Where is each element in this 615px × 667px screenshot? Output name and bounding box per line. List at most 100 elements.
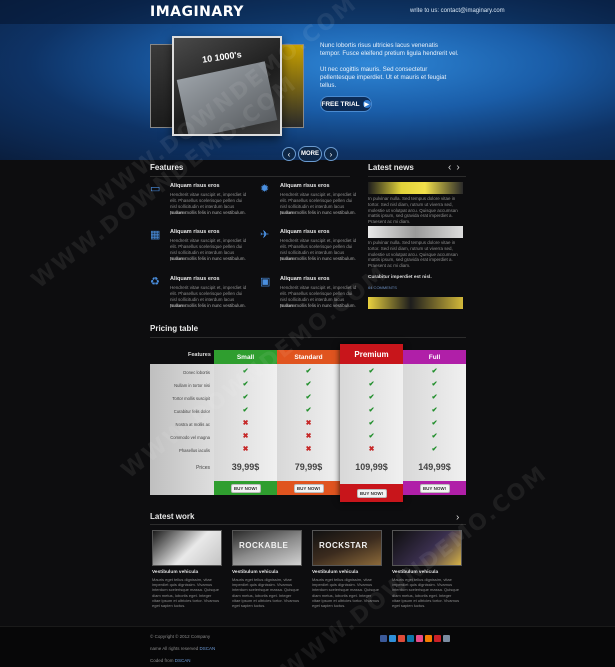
pricing-column-0: Small ✔ ✔ ✔ ✔ ✖ ✖ ✖ 39,99$ BUY NOW! xyxy=(214,350,277,495)
news-next-icon[interactable]: › xyxy=(456,162,459,173)
contact-email[interactable]: write to us: contact@imaginary.com xyxy=(410,8,505,14)
feature-link[interactable]: Nullam mollis felis in nunc vestibulum. xyxy=(170,303,246,308)
work-image-tag: ROCKSTAR xyxy=(319,541,368,550)
rights-text: name All rights reserved xyxy=(150,646,199,651)
monitor-icon: ▭ xyxy=(150,183,161,195)
news-comments[interactable]: 64 COMMENTS xyxy=(368,285,397,290)
feature-link[interactable]: Nullam mollis felis in nunc vestibulum. xyxy=(280,303,356,308)
plan-footer: BUY NOW! xyxy=(277,481,340,495)
work-item-title[interactable]: Vestibulum vehicula xyxy=(232,570,278,575)
work-item-title[interactable]: Vestibulum vehicula xyxy=(312,570,358,575)
check-icon: ✔ xyxy=(368,420,375,427)
slider-prev-button[interactable]: ‹ xyxy=(282,147,296,161)
feature-link[interactable]: Nullam mollis felis in nunc vestibulum. xyxy=(170,256,246,261)
credit-text: Coded from xyxy=(150,658,174,663)
plan-footer: BUY NOW! xyxy=(214,481,277,495)
slide-main-image[interactable]: 10 1000's xyxy=(172,36,282,136)
free-trial-button[interactable]: FREE TRIAL ▶ xyxy=(320,96,372,112)
cross-icon: ✖ xyxy=(368,446,375,453)
news-caption[interactable]: Curabitur imperdiet est nisl. xyxy=(368,275,432,280)
feature-link[interactable]: Nullam mollis felis in nunc vestibulum. xyxy=(170,210,246,215)
image-slider[interactable]: 10 1000's xyxy=(150,36,305,136)
news-nav: ‹ › xyxy=(448,162,460,173)
work-image[interactable] xyxy=(152,530,222,566)
cross-icon: ✖ xyxy=(305,433,312,440)
work-item-text: Mauris eget tellus dignissim, vitae impe… xyxy=(152,577,220,609)
work-item-text: Mauris eget tellus dignissim, vitae impe… xyxy=(232,577,300,609)
news-text: In pulvinar nulla. Sed tempus dolore vit… xyxy=(368,240,458,269)
top-bar xyxy=(0,0,615,24)
work-image[interactable]: ROCKABLE xyxy=(232,530,302,566)
news-image[interactable] xyxy=(368,297,463,309)
check-icon: ✔ xyxy=(431,407,438,414)
row-label: Curabitur felis dolor xyxy=(173,409,210,414)
buy-now-button[interactable]: BUY NOW! xyxy=(293,483,324,493)
feature-link[interactable]: Nullam mollis felis in nunc vestibulum. xyxy=(280,210,356,215)
news-prev-icon[interactable]: ‹ xyxy=(448,162,451,173)
check-icon: ✔ xyxy=(242,394,249,401)
buy-now-button[interactable]: BUY NOW! xyxy=(230,483,261,493)
slide-prev-thumb[interactable] xyxy=(150,44,174,128)
credit-link[interactable]: DSCAN xyxy=(175,658,191,663)
features-column-header: Features xyxy=(188,352,211,358)
features-title: Features xyxy=(150,163,184,172)
slide-book-image xyxy=(176,61,278,134)
gear-icon: ✹ xyxy=(260,183,270,195)
dribbble-icon[interactable] xyxy=(416,635,423,642)
feature-title: Aliquam risus eros xyxy=(170,276,220,282)
feature-title: Aliquam risus eros xyxy=(280,276,330,282)
plan-name: Small xyxy=(214,350,277,364)
feature-link[interactable]: Nullam mollis felis in nunc vestibulum. xyxy=(280,256,356,261)
check-icon: ✔ xyxy=(305,407,312,414)
row-label: Nullam in tortor nisi xyxy=(174,383,210,388)
work-item-title[interactable]: Vestibulum vehicula xyxy=(392,570,438,575)
news-title: Latest news xyxy=(368,163,414,172)
work-image[interactable] xyxy=(392,530,462,566)
buy-now-button[interactable]: BUY NOW! xyxy=(419,483,450,493)
email-icon[interactable] xyxy=(443,635,450,642)
plan-name: Full xyxy=(403,350,466,364)
prices-label: Prices xyxy=(196,465,210,471)
check-icon: ✔ xyxy=(431,433,438,440)
plan-name: Standard xyxy=(277,350,340,364)
work-image[interactable]: ROCKSTAR xyxy=(312,530,382,566)
check-icon: ✔ xyxy=(431,381,438,388)
rss-icon[interactable] xyxy=(425,635,432,642)
cross-icon: ✖ xyxy=(305,420,312,427)
work-title: Latest work xyxy=(150,512,195,521)
linkedin-icon[interactable] xyxy=(407,635,414,642)
buy-now-button[interactable]: BUY NOW! xyxy=(356,488,387,498)
google-plus-icon[interactable] xyxy=(398,635,405,642)
copyright-text: © Copyright © 2012 Company xyxy=(150,634,211,639)
slider-controls: ‹ MORE › xyxy=(282,146,338,162)
more-button[interactable]: MORE xyxy=(298,146,322,162)
slide-next-thumb[interactable] xyxy=(280,44,304,128)
check-icon: ✔ xyxy=(305,381,312,388)
pricing-title: Pricing table xyxy=(150,324,199,333)
free-trial-label: FREE TRIAL xyxy=(321,100,360,108)
slider-next-button[interactable]: › xyxy=(324,147,338,161)
check-icon: ✔ xyxy=(242,407,249,414)
work-next-icon[interactable]: › xyxy=(456,512,459,523)
plan-name: Premium xyxy=(340,344,403,364)
pricing-column-1: Standard ✔ ✔ ✔ ✔ ✖ ✖ ✖ 79,99$ BUY NOW! xyxy=(277,350,340,495)
twitter-icon[interactable] xyxy=(389,635,396,642)
check-icon: ✔ xyxy=(242,381,249,388)
work-item-text: Mauris eget tellus dignissim, vitae impe… xyxy=(312,577,380,609)
slide-title: 10 1000's xyxy=(201,49,243,65)
pinterest-icon[interactable] xyxy=(434,635,441,642)
row-label: Donec lobortis xyxy=(183,370,210,375)
site-logo[interactable]: IMAGINARY xyxy=(150,4,244,20)
plan-footer: BUY NOW! xyxy=(403,481,466,495)
features-column: Donec lobortis Nullam in tortor nisi Tor… xyxy=(150,364,214,495)
rights-link[interactable]: DSCAN xyxy=(200,646,216,651)
credit-line: Coded from DSCAN xyxy=(150,658,191,663)
check-icon: ✔ xyxy=(305,368,312,375)
work-item-title[interactable]: Vestibulum vehicula xyxy=(152,570,198,575)
pricing-table: Features Donec lobortis Nullam in tortor… xyxy=(150,340,466,502)
facebook-icon[interactable] xyxy=(380,635,387,642)
news-image[interactable] xyxy=(368,226,463,238)
pricing-column-2: Premium ✔ ✔ ✔ ✔ ✔ ✔ ✖ 109,99$ BUY NOW! xyxy=(340,344,403,502)
news-image[interactable] xyxy=(368,182,463,194)
hero-header: IMAGINARY write to us: contact@imaginary… xyxy=(0,0,615,160)
